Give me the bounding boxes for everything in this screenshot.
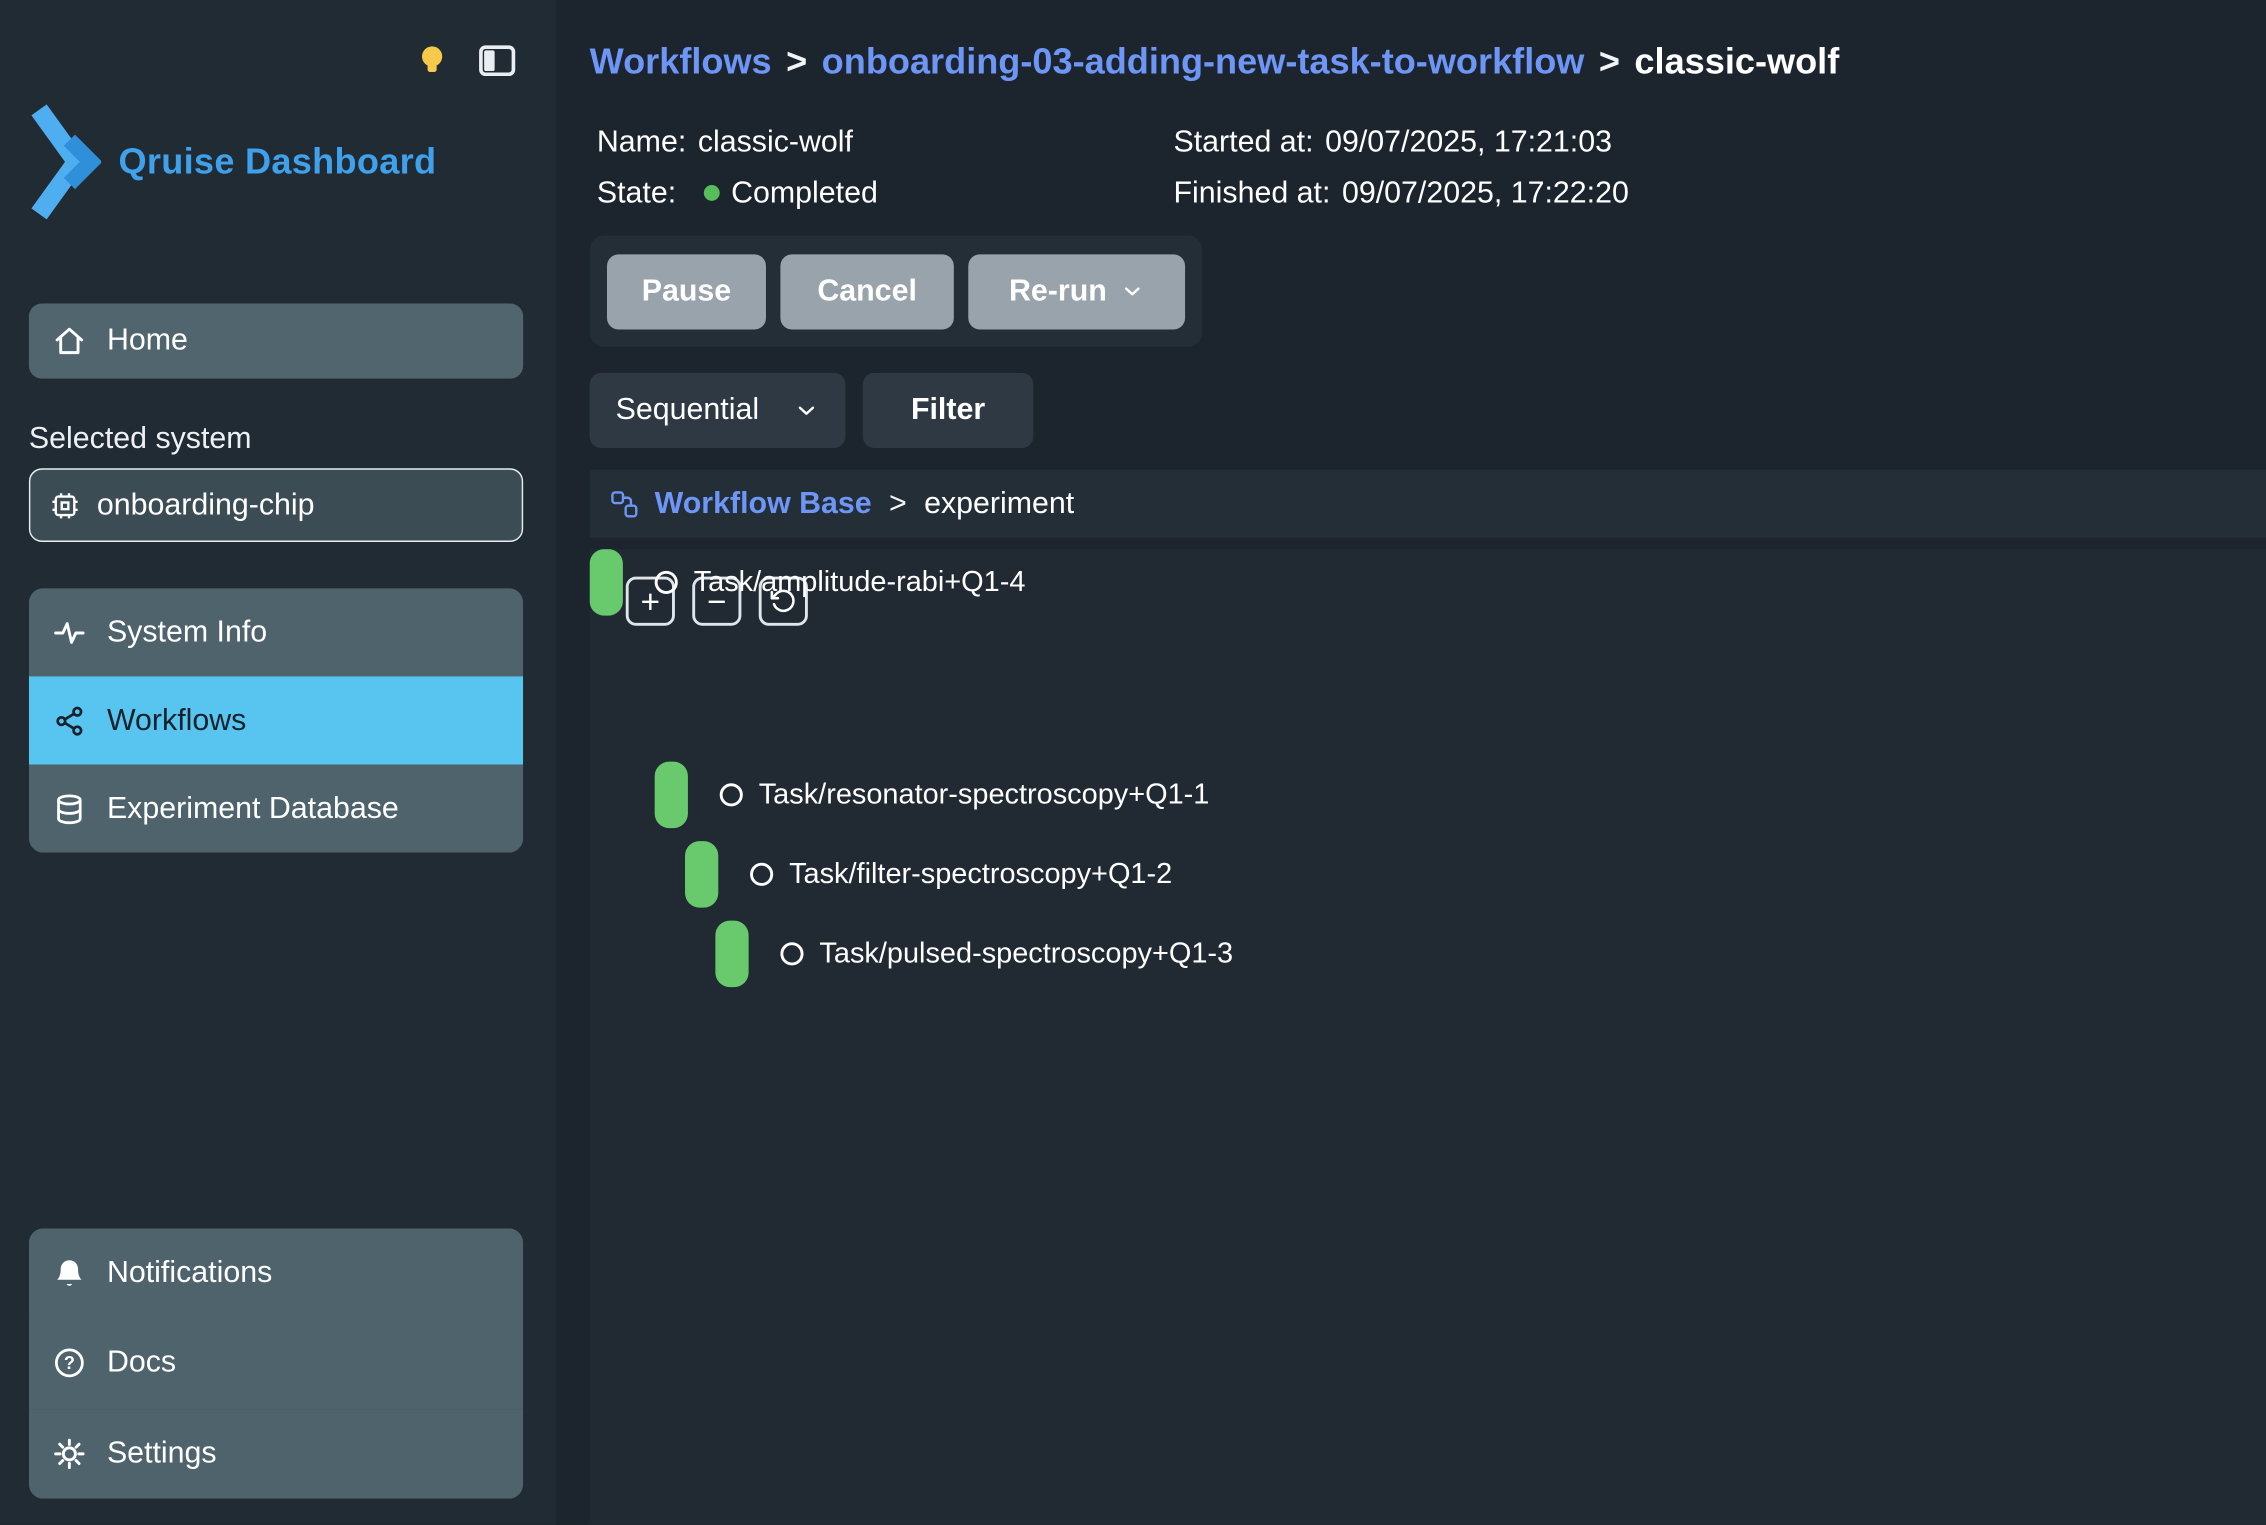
task-state-circle-icon [750,863,773,886]
breadcrumb-separator: > [772,42,822,82]
sidebar-top-icons [412,39,519,82]
share-icon [52,703,87,738]
pause-button[interactable]: Pause [607,254,766,329]
task-status-pill [590,549,623,615]
task-node[interactable]: Task/filter-spectroscopy+Q1-2 [685,841,1172,907]
started-label: Started at: [1174,117,1314,168]
breadcrumb-run-group-link[interactable]: onboarding-03-adding-new-task-to-workflo… [822,42,1585,82]
task-label: Task/pulsed-spectroscopy+Q1-3 [819,937,1233,970]
task-status-pill [715,921,748,987]
sidebar-item-label: Notifications [107,1256,272,1291]
cancel-button[interactable]: Cancel [780,254,953,329]
task-node[interactable]: Task/resonator-spectroscopy+Q1-1 [655,762,1210,828]
svg-text:?: ? [64,1354,75,1374]
breadcrumb-workflows-link[interactable]: Workflows [590,42,772,82]
sidebar-item-label: Workflows [107,703,246,738]
sidebar-item-label: Experiment Database [107,791,399,826]
sidebar-item-home[interactable]: Home [29,303,523,378]
task-state-circle-icon [720,783,743,806]
rerun-label: Re-run [1009,274,1107,309]
sidebar-item-docs[interactable]: ? Docs [29,1318,523,1408]
brand: Qruise Dashboard [29,95,436,228]
breadcrumb-separator: > [1584,42,1634,82]
workflow-breadcrumb-bar: Workflow Base > experiment [590,470,2266,538]
run-meta-left: Name: classic-wolf State: Completed [597,117,878,218]
workflow-base-link[interactable]: Workflow Base [655,486,872,521]
started-at-row: Started at: 09/07/2025, 17:21:03 [1174,117,1629,168]
status-dot [704,185,720,201]
layout-mode-select[interactable]: Sequential [590,373,846,448]
finished-label: Finished at: [1174,168,1331,219]
sidebar-item-notifications[interactable]: Notifications [29,1228,523,1318]
sidebar-item-label: Settings [107,1436,217,1471]
main-content: Workflows>onboarding-03-adding-new-task-… [556,0,2266,1525]
run-state-row: State: Completed [597,168,878,219]
sidebar-item-system-info[interactable]: System Info [29,588,523,676]
name-value: classic-wolf [698,117,853,168]
pulse-icon [52,615,87,650]
home-label: Home [107,324,188,359]
view-toolbar: Sequential Filter [590,373,1034,448]
chip-icon [49,489,81,521]
selected-system-label: Selected system [29,422,252,457]
name-label: Name: [597,117,686,168]
help-icon: ? [52,1346,87,1381]
run-name-row: Name: classic-wolf [597,117,878,168]
workflow-current-node: experiment [924,486,1074,521]
chevron-down-icon [1120,279,1145,304]
database-icon [52,791,87,826]
sidebar-nav: System Info Workflows [29,588,523,852]
task-label: Task/filter-spectroscopy+Q1-2 [789,858,1172,891]
layout-mode-value: Sequential [616,393,759,428]
task-label: Task/amplitude-rabi+Q1-4 [694,566,1026,599]
task-label: Task/resonator-spectroscopy+Q1-1 [759,778,1210,811]
brand-title: Qruise Dashboard [119,141,437,183]
bell-icon [52,1256,87,1291]
task-node[interactable]: Task/pulsed-spectroscopy+Q1-3 [715,921,1233,987]
sidebar-item-settings[interactable]: Settings [29,1408,523,1498]
finished-value: 09/07/2025, 17:22:20 [1342,168,1629,219]
sidebar-toggle-icon[interactable] [475,39,518,82]
started-value: 09/07/2025, 17:21:03 [1325,117,1612,168]
run-meta-right: Started at: 09/07/2025, 17:21:03 Finishe… [1174,117,1629,218]
breadcrumb-current: classic-wolf [1634,42,1839,82]
state-label: State: [597,168,676,219]
qruise-logo-icon [29,95,101,228]
chevron-down-icon [793,397,819,423]
sidebar-item-label: System Info [107,615,267,650]
system-selector[interactable]: onboarding-chip [29,468,523,542]
breadcrumb: Workflows>onboarding-03-adding-new-task-… [590,42,1840,84]
system-selector-value: onboarding-chip [97,488,315,523]
sidebar-item-label: Docs [107,1346,176,1381]
app-window: Qruise Dashboard Home Selected system on… [0,0,2266,1525]
rerun-button[interactable]: Re-run [968,254,1185,329]
sidebar-item-experiment-database[interactable]: Experiment Database [29,765,523,853]
workflow-icon [608,488,640,520]
home-icon [52,324,87,359]
gear-icon [52,1436,87,1471]
task-status-pill [655,762,688,828]
task-state-circle-icon [780,942,803,965]
task-status-pill [685,841,718,907]
sidebar-footer-nav: Notifications ? Docs Sett [29,1228,523,1499]
task-node[interactable]: Task/amplitude-rabi+Q1-4 [590,549,1026,615]
sidebar: Qruise Dashboard Home Selected system on… [0,0,556,1525]
sidebar-item-workflows[interactable]: Workflows [29,676,523,764]
filter-button[interactable]: Filter [863,373,1034,448]
status-badge: Completed [731,168,878,219]
task-state-circle-icon [655,571,678,594]
run-actions-panel: Pause Cancel Re-run [590,236,1203,347]
workflow-canvas[interactable]: + − Task/resonator-spectroscopy+Q1-1 [590,549,2266,1525]
workflow-breadcrumb-separator: > [886,486,910,521]
finished-at-row: Finished at: 09/07/2025, 17:22:20 [1174,168,1629,219]
lightbulb-icon[interactable] [412,40,452,80]
